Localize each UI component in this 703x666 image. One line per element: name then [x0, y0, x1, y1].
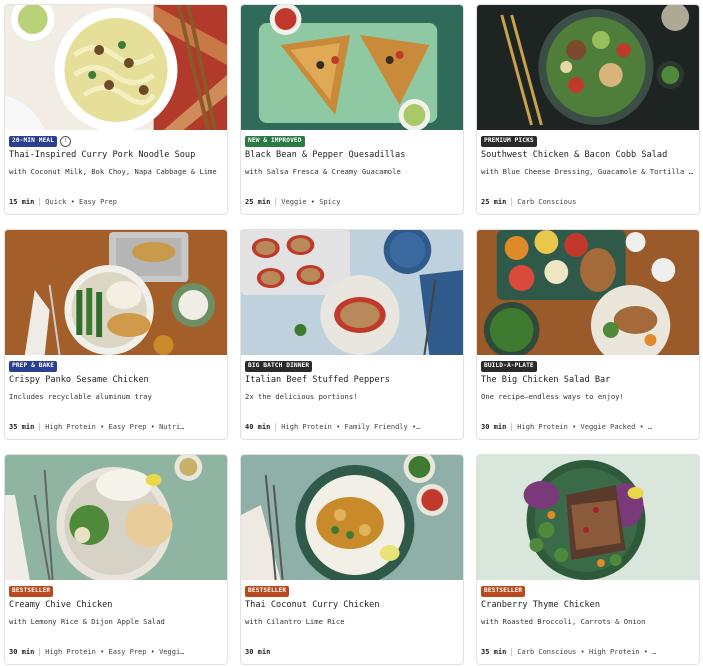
recipe-title[interactable]: Cranberry Thyme Chicken	[481, 600, 697, 610]
divider	[39, 423, 41, 431]
recipe-card[interactable]: PREMIUM PICKS Southwest Chicken & Bacon …	[476, 4, 700, 215]
cook-time: 35 min	[481, 648, 507, 656]
recipe-card[interactable]: BIG BATCH DINNER Italian Beef Stuffed Pe…	[240, 229, 464, 440]
cook-time: 30 min	[481, 423, 507, 431]
recipe-badge: BUILD-A-PLATE	[481, 360, 537, 372]
recipe-badge: PREP & BAKE	[9, 360, 58, 372]
recipe-subtitle: Includes recyclable aluminum tray	[9, 392, 152, 401]
recipe-title[interactable]: Italian Beef Stuffed Peppers	[245, 375, 461, 385]
recipe-badge: BESTSELLER	[481, 585, 526, 597]
recipe-tags: High Protein • Veggie Packed • …	[517, 423, 653, 431]
cook-time: 15 min	[9, 198, 35, 206]
recipe-badge: NEW & IMPROVED	[245, 135, 305, 147]
recipe-tags: High Protein • Family Friendly •…	[281, 423, 421, 431]
divider	[39, 198, 41, 206]
recipe-grid: 20-MIN MEAL i Thai-Inspired Curry Pork N…	[0, 0, 703, 666]
recipe-subtitle: with Blue Cheese Dressing, Guacamole & T…	[481, 167, 697, 176]
recipe-card[interactable]: BESTSELLER Creamy Chive Chicken with Lem…	[4, 454, 228, 665]
recipe-tags: High Protein • Easy Prep • Veggi…	[45, 648, 185, 656]
recipe-meta: 15 min Quick • Easy Prep	[9, 198, 225, 206]
recipe-title[interactable]: Black Bean & Pepper Quesadillas	[245, 150, 461, 160]
recipe-meta: 35 min High Protein • Easy Prep • Nutri…	[9, 423, 225, 431]
recipe-title[interactable]: Thai-Inspired Curry Pork Noodle Soup	[9, 150, 225, 160]
recipe-badge: PREMIUM PICKS	[481, 135, 537, 147]
recipe-badge: BESTSELLER	[9, 585, 54, 597]
recipe-subtitle: with Roasted Broccoli, Carrots & Onion	[481, 617, 646, 626]
recipe-meta: 40 min High Protein • Family Friendly •…	[245, 423, 461, 431]
recipe-meta: 25 min Veggie • Spicy	[245, 198, 461, 206]
divider	[275, 198, 277, 206]
recipe-image[interactable]	[5, 455, 227, 580]
recipe-title[interactable]: Creamy Chive Chicken	[9, 600, 225, 610]
recipe-title[interactable]: Crispy Panko Sesame Chicken	[9, 375, 225, 385]
recipe-image[interactable]	[5, 230, 227, 355]
recipe-image[interactable]	[241, 455, 463, 580]
recipe-meta: 25 min Carb Conscious	[481, 198, 697, 206]
recipe-card[interactable]: BESTSELLER Cranberry Thyme Chicken with …	[476, 454, 700, 665]
recipe-subtitle: One recipe—endless ways to enjoy!	[481, 392, 624, 401]
info-icon[interactable]: i	[60, 135, 72, 147]
recipe-meta: 30 min	[245, 648, 461, 656]
recipe-tags: Veggie • Spicy	[281, 198, 341, 206]
recipe-subtitle: with Cilantro Lime Rice	[245, 617, 345, 626]
recipe-title[interactable]: The Big Chicken Salad Bar	[481, 375, 697, 385]
recipe-image[interactable]	[477, 455, 699, 580]
recipe-badge: BIG BATCH DINNER	[245, 360, 313, 372]
recipe-tags: Carb Conscious	[517, 198, 577, 206]
recipe-image[interactable]	[241, 5, 463, 130]
recipe-card[interactable]: BESTSELLER Thai Coconut Curry Chicken wi…	[240, 454, 464, 665]
recipe-card[interactable]: PREP & BAKE Crispy Panko Sesame Chicken …	[4, 229, 228, 440]
divider	[275, 423, 277, 431]
cook-time: 30 min	[245, 648, 271, 656]
recipe-image[interactable]	[241, 230, 463, 355]
cook-time: 30 min	[9, 648, 35, 656]
divider	[511, 423, 513, 431]
recipe-meta: 30 min High Protein • Veggie Packed • …	[481, 423, 697, 431]
recipe-subtitle: with Coconut Milk, Bok Choy, Napa Cabbag…	[9, 167, 217, 176]
divider	[39, 648, 41, 656]
cook-time: 40 min	[245, 423, 271, 431]
recipe-meta: 35 min Carb Conscious • High Protein • …	[481, 648, 697, 656]
recipe-card[interactable]: NEW & IMPROVED Black Bean & Pepper Quesa…	[240, 4, 464, 215]
recipe-image[interactable]	[477, 230, 699, 355]
recipe-title[interactable]: Southwest Chicken & Bacon Cobb Salad	[481, 150, 697, 160]
cook-time: 25 min	[481, 198, 507, 206]
divider	[511, 648, 513, 656]
cook-time: 35 min	[9, 423, 35, 431]
cook-time: 25 min	[245, 198, 271, 206]
recipe-subtitle: with Lemony Rice & Dijon Apple Salad	[9, 617, 165, 626]
recipe-image[interactable]	[477, 5, 699, 130]
divider	[511, 198, 513, 206]
recipe-subtitle: 2x the delicious portions!	[245, 392, 358, 401]
recipe-card[interactable]: BUILD-A-PLATE The Big Chicken Salad Bar …	[476, 229, 700, 440]
recipe-badge: BESTSELLER	[245, 585, 290, 597]
recipe-meta: 30 min High Protein • Easy Prep • Veggi…	[9, 648, 225, 656]
recipe-card[interactable]: 20-MIN MEAL i Thai-Inspired Curry Pork N…	[4, 4, 228, 215]
recipe-tags: Quick • Easy Prep	[45, 198, 117, 206]
recipe-image[interactable]	[5, 5, 227, 130]
recipe-title[interactable]: Thai Coconut Curry Chicken	[245, 600, 461, 610]
recipe-tags: Carb Conscious • High Protein • …	[517, 648, 657, 656]
recipe-subtitle: with Salsa Fresca & Creamy Guacamole	[245, 167, 401, 176]
recipe-tags: High Protein • Easy Prep • Nutri…	[45, 423, 185, 431]
recipe-badge: 20-MIN MEAL	[9, 135, 58, 147]
